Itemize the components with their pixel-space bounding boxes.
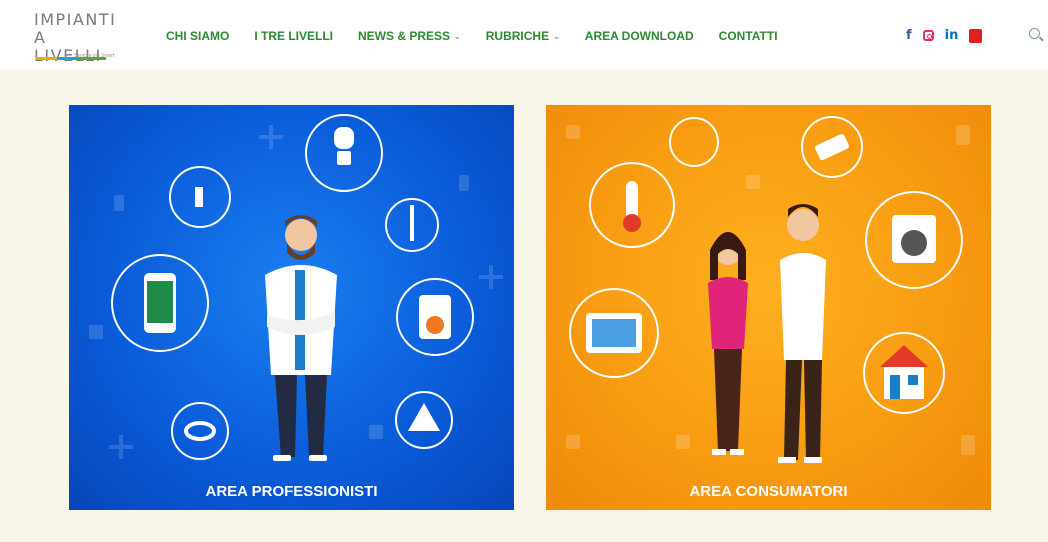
nav-label: I TRE LIVELLI [254, 29, 334, 43]
site-logo[interactable]: IMPIANTI A LIVELLI Sempre più Smart [34, 10, 118, 65]
nav-label: CONTATTI [718, 29, 778, 43]
card-caption-consumatori: AREA CONSUMATORI [689, 483, 848, 500]
nav-label: CHI SIAMO [166, 29, 230, 43]
chevron-down-icon: ⌄ [454, 31, 461, 41]
linkedin-icon[interactable]: in [945, 28, 959, 43]
nav-label: NEWS & PRESS [358, 29, 451, 43]
main-nav: CHI SIAMO I TRE LIVELLI NEWS & PRESS ⌄ RU… [166, 29, 803, 43]
search-icon[interactable] [1029, 28, 1040, 39]
instagram-icon[interactable] [922, 30, 934, 41]
nav-area-download[interactable]: AREA DOWNLOAD [585, 29, 694, 43]
youtube-icon[interactable] [969, 28, 983, 43]
nav-i-tre-livelli[interactable]: I TRE LIVELLI [254, 29, 333, 43]
nav-contatti[interactable]: CONTATTI [719, 29, 778, 43]
card-caption-professionisti: AREA PROFESSIONISTI [205, 483, 378, 500]
professionisti-illustration [89, 114, 503, 461]
card-area-professionisti[interactable]: AREA PROFESSIONISTI [69, 105, 514, 510]
nav-news-press[interactable]: NEWS & PRESS ⌄ [358, 29, 461, 43]
logo-line1: IMPIANTI [34, 10, 117, 29]
card-area-consumatori[interactable]: AREA CONSUMATORI [546, 105, 991, 510]
facebook-icon[interactable]: f [906, 28, 912, 43]
consumatori-illustration [566, 116, 975, 463]
nav-label: RUBRICHE [485, 29, 550, 43]
site-header: IMPIANTI A LIVELLI Sempre più Smart CHI … [0, 0, 1048, 70]
nav-label: AREA DOWNLOAD [584, 29, 694, 43]
nav-rubriche[interactable]: RUBRICHE ⌄ [486, 29, 560, 43]
social-links: f in [906, 28, 993, 43]
chevron-down-icon: ⌄ [553, 31, 560, 41]
nav-chi-siamo[interactable]: CHI SIAMO [166, 29, 229, 43]
logo-tagline: Sempre più Smart [74, 53, 115, 59]
